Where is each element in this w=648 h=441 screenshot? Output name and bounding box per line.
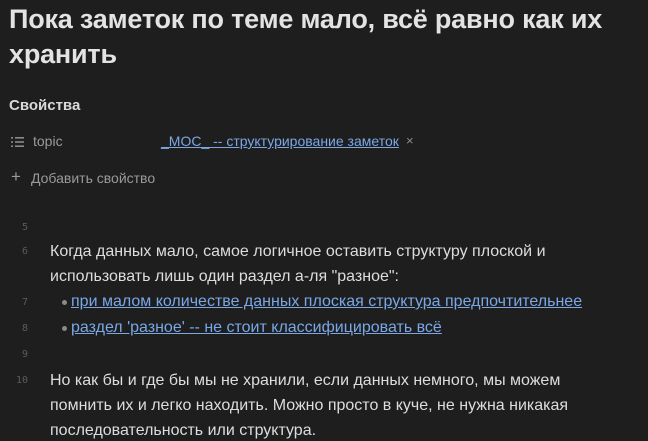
line-number: 6 bbox=[21, 246, 28, 257]
paragraph[interactable]: Когда данных мало, самое логичное остави… bbox=[50, 239, 620, 289]
property-row-topic[interactable]: topic _MOC_ -- структурирование заметок … bbox=[9, 131, 639, 153]
bullet-icon bbox=[62, 300, 67, 305]
plus-icon: + bbox=[11, 167, 21, 186]
bullet-link[interactable]: при малом количестве данных плоская стру… bbox=[71, 289, 582, 314]
property-key[interactable]: topic bbox=[33, 133, 63, 149]
line-number: 8 bbox=[21, 323, 28, 334]
line-number: 5 bbox=[21, 222, 28, 233]
line-number: 7 bbox=[21, 297, 28, 308]
line-number: 10 bbox=[15, 375, 28, 386]
property-value-link[interactable]: _MOC_ -- структурирование заметок bbox=[161, 133, 399, 149]
remove-value-icon[interactable]: × bbox=[406, 133, 414, 148]
list-icon bbox=[11, 137, 24, 147]
properties-heading[interactable]: Свойства bbox=[9, 97, 80, 114]
bullet-icon bbox=[62, 326, 67, 331]
paragraph[interactable]: Но как бы и где бы мы не хранили, если д… bbox=[50, 368, 620, 441]
bullet-link[interactable]: раздел 'разное' -- не стоит классифициро… bbox=[71, 315, 442, 340]
add-property-label: Добавить свойство bbox=[31, 170, 156, 186]
note-title[interactable]: Пока заметок по теме мало, всё равно как… bbox=[9, 2, 645, 72]
line-number: 9 bbox=[21, 349, 28, 360]
